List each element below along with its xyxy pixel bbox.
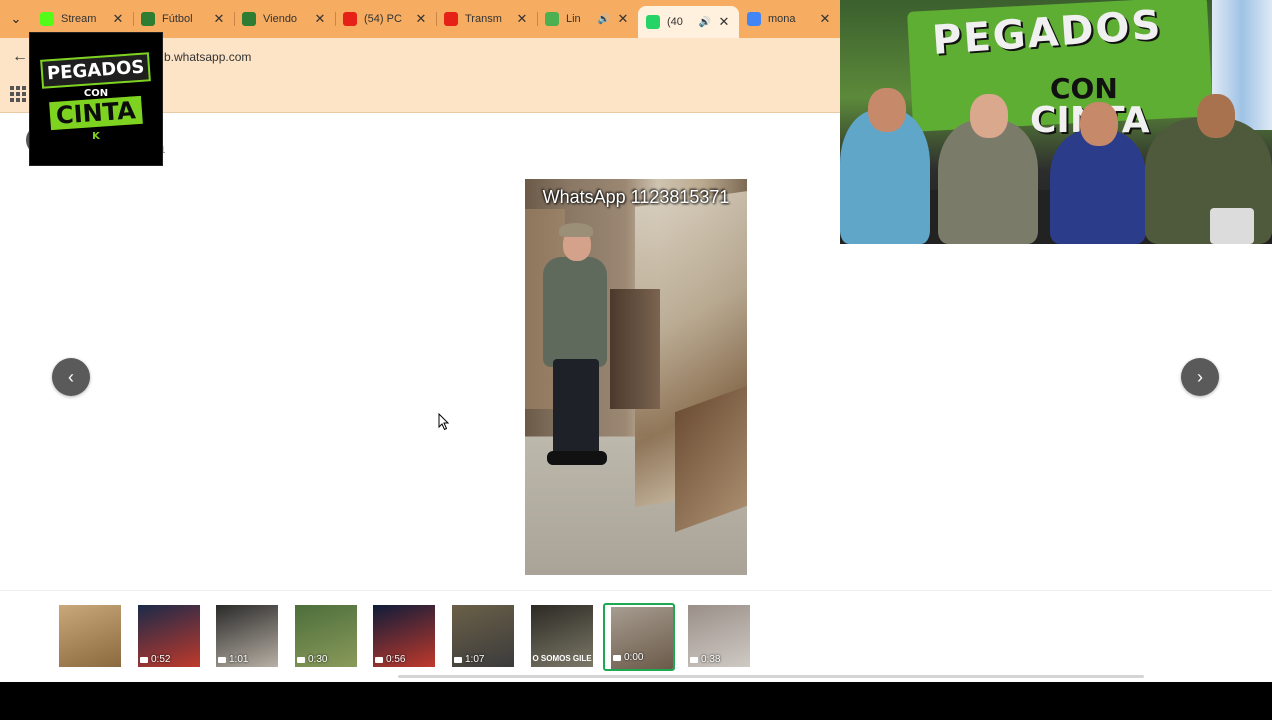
- video-duration: 1:01: [218, 654, 248, 665]
- screen: ⌄ Stream ✕ Fútbol ✕ Viendo ✕ (54) PC ✕ Transm ✕ Li…: [0, 0, 1272, 720]
- tab-title: Lin: [566, 13, 581, 25]
- video-duration: 0:30: [297, 654, 327, 665]
- duration-label: 0:00: [624, 652, 644, 663]
- video-camera-icon: [613, 654, 621, 661]
- duration-label: 0:30: [308, 654, 328, 665]
- media-thumbnail[interactable]: 0:52: [132, 603, 204, 671]
- video-duration: 0:56: [375, 654, 405, 665]
- video-duration: 0:38: [690, 654, 720, 665]
- browser-tab[interactable]: mona ✕: [739, 4, 840, 34]
- letterbox-bar: [0, 682, 1272, 720]
- tab-title: (40: [667, 16, 683, 28]
- tab-title: Fútbol: [162, 13, 193, 25]
- media-thumbnail[interactable]: 1:07: [446, 603, 518, 671]
- media-thumbnail[interactable]: [53, 603, 125, 671]
- close-tab-icon[interactable]: ✕: [313, 11, 327, 27]
- video-camera-icon: [140, 656, 148, 663]
- video-player[interactable]: WhatsApp 1123815371: [525, 179, 747, 575]
- host-3: [1050, 102, 1146, 244]
- duration-label: 1:07: [465, 654, 485, 665]
- browser-tab[interactable]: Transm ✕: [436, 4, 537, 34]
- chevron-right-icon: ›: [1197, 366, 1203, 387]
- thumbnail-caption: O SOMOS GILE: [532, 654, 592, 663]
- mouse-cursor-icon: [438, 413, 450, 431]
- media-thumbnail[interactable]: 0:56: [367, 603, 439, 671]
- duration-label: 0:56: [386, 654, 406, 665]
- speaker-icon[interactable]: 🔊: [699, 17, 711, 28]
- duration-label: 0:52: [151, 654, 171, 665]
- tab-title: (54) PC: [364, 13, 402, 25]
- video-duration: 1:07: [454, 654, 484, 665]
- whatsapp-icon: [646, 15, 660, 29]
- browser-tab[interactable]: Lin 🔊 ✕: [537, 4, 638, 34]
- close-tab-icon[interactable]: ✕: [616, 11, 630, 27]
- browser-tab[interactable]: (54) PC ✕: [335, 4, 436, 34]
- media-thumbnail[interactable]: 0:38: [682, 603, 754, 671]
- close-tab-icon[interactable]: ✕: [111, 11, 125, 27]
- next-media-button[interactable]: ›: [1181, 358, 1219, 396]
- video-camera-icon: [297, 656, 305, 663]
- close-tab-icon[interactable]: ✕: [818, 11, 832, 27]
- logo-text-3: CINTA: [49, 95, 143, 131]
- kick-icon: [40, 12, 54, 26]
- tab-title: Transm: [465, 13, 502, 25]
- webcam-overlay: PEGADOS CON CINTA: [840, 0, 1272, 244]
- previous-media-button[interactable]: ‹: [52, 358, 90, 396]
- video-frame-tiles-lower: [675, 385, 747, 533]
- browser-tab[interactable]: Viendo ✕: [234, 4, 335, 34]
- media-thumbnail[interactable]: 1:01: [210, 603, 282, 671]
- video-duration: 0:52: [140, 654, 170, 665]
- close-tab-icon[interactable]: ✕: [414, 11, 428, 27]
- speaker-icon[interactable]: 🔊: [598, 14, 610, 25]
- kick-icon: K: [92, 131, 100, 142]
- duration-label: 0:38: [701, 654, 721, 665]
- tab-title: Stream: [61, 13, 97, 25]
- video-frame-person: [543, 257, 607, 367]
- youtube-icon: [343, 12, 357, 26]
- youtube-icon: [444, 12, 458, 26]
- close-tab-icon[interactable]: ✕: [717, 14, 731, 30]
- browser-tab[interactable]: (40 🔊 ✕: [638, 6, 739, 38]
- horizontal-scrollbar[interactable]: [0, 675, 1272, 678]
- video-frame-person-cap: [559, 223, 593, 237]
- close-tab-icon[interactable]: ✕: [515, 11, 529, 27]
- media-thumbnail-strip: 0:52 1:01 0:30 0:56 1:07 O SOMOS GILE 0:00 0:38: [0, 590, 1272, 682]
- google-icon: [747, 12, 761, 26]
- close-tab-icon[interactable]: ✕: [212, 11, 226, 27]
- webcam-mug: [1210, 208, 1254, 244]
- host-2: [938, 94, 1038, 244]
- tab-title: Viendo: [263, 13, 298, 25]
- video-frame-shelf: [610, 289, 660, 409]
- logo-text-1: PEGADOS: [40, 52, 152, 89]
- soccer-ball-icon: [242, 12, 256, 26]
- chevron-left-icon: ‹: [68, 366, 74, 387]
- scrollbar-thumb[interactable]: [398, 675, 1144, 678]
- video-overlay-text: WhatsApp 1123815371: [542, 187, 730, 207]
- address-bar[interactable]: b.whatsapp.com: [164, 50, 251, 64]
- media-thumbnail[interactable]: 0:00: [603, 603, 675, 671]
- video-frame-person-feet: [547, 451, 607, 465]
- soccer-ball-icon: [141, 12, 155, 26]
- video-duration: 0:00: [613, 652, 643, 663]
- video-camera-icon: [454, 656, 462, 663]
- media-thumbnail[interactable]: 0:30: [289, 603, 361, 671]
- tab-search-chevron-icon[interactable]: ⌄: [0, 0, 32, 38]
- tab-title: mona: [768, 13, 796, 25]
- video-camera-icon: [690, 656, 698, 663]
- media-thumbnail[interactable]: O SOMOS GILE: [525, 603, 597, 671]
- video-frame-person-legs: [553, 359, 599, 459]
- stream-logo: PEGADOS CON CINTA K: [29, 32, 163, 166]
- host-1: [840, 88, 930, 244]
- green-dot-icon: [545, 12, 559, 26]
- duration-label: 1:01: [229, 654, 249, 665]
- video-camera-icon: [375, 656, 383, 663]
- video-camera-icon: [218, 656, 226, 663]
- browser-tab[interactable]: Fútbol ✕: [133, 4, 234, 34]
- thumbnail-image: [59, 605, 121, 667]
- browser-tab[interactable]: Stream ✕: [32, 4, 133, 34]
- apps-grid-icon[interactable]: [10, 86, 26, 102]
